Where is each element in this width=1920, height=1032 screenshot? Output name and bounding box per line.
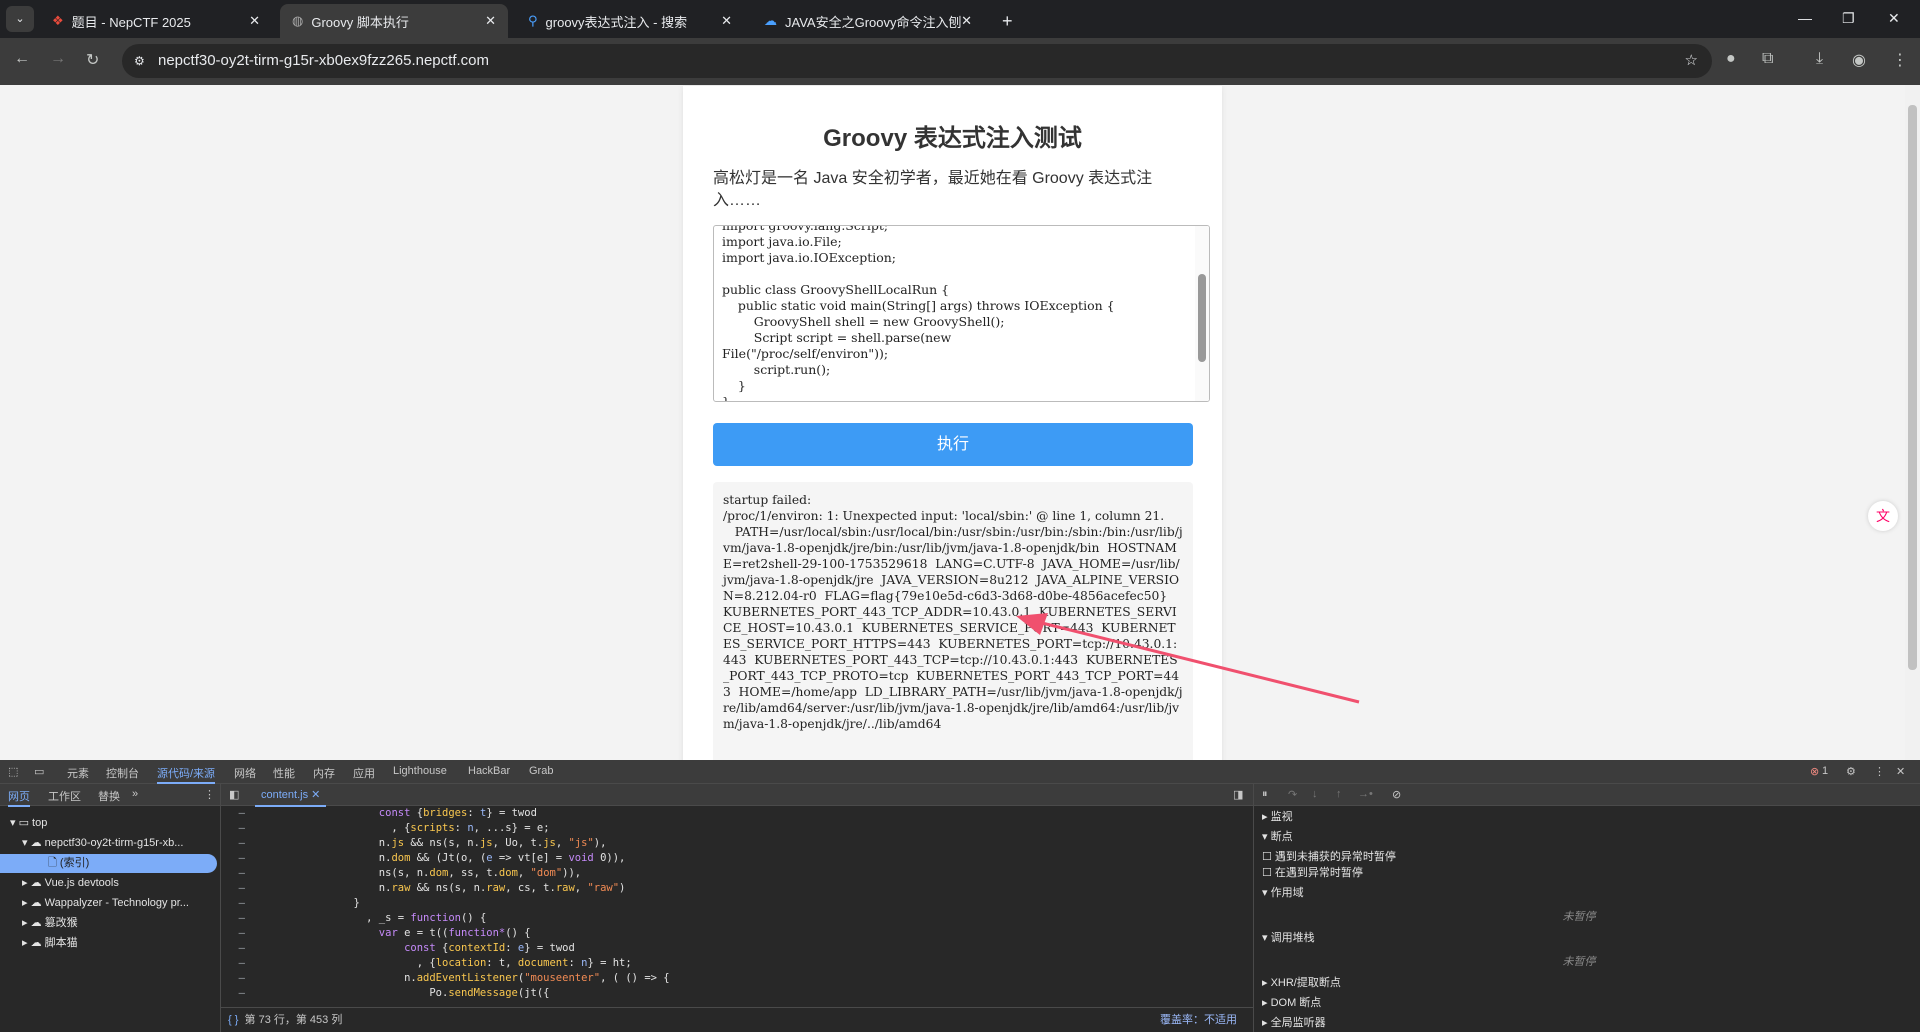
devtools-tab-lighthouse[interactable]: Lighthouse: [393, 765, 447, 777]
close-devtools-icon[interactable]: ✕: [1896, 765, 1905, 778]
scope-not-paused: 未暂停: [1562, 911, 1596, 923]
inspect-icon[interactable]: ⬚: [8, 765, 18, 778]
devtools-tab-network[interactable]: 网络: [234, 765, 256, 781]
tree-item-vue[interactable]: ▸ ☁ Vue.js devtools: [22, 874, 119, 893]
tree-item-domain[interactable]: ▾ ☁ nepctf30-oy2t-tirm-g15r-xb...: [22, 834, 183, 853]
globe-icon: ◍: [292, 13, 304, 28]
new-tab-button[interactable]: +: [990, 4, 1025, 38]
search-icon: ⚲: [528, 13, 538, 28]
menu-icon[interactable]: ⋮: [1892, 50, 1908, 70]
error-count[interactable]: 1: [1822, 765, 1828, 777]
section-breakpoints[interactable]: ▾ 断点: [1262, 828, 1293, 846]
code-editor[interactable]: – const {bridges: t} = twod – , {scripts…: [220, 806, 1253, 1007]
page-scrollbar[interactable]: [1905, 85, 1920, 760]
nav-tab-overrides[interactable]: 替换: [98, 788, 120, 804]
coverage-text: 覆盖率：不适用: [1160, 1014, 1237, 1026]
annotation-arrow: [1016, 613, 1360, 704]
minimize-button[interactable]: —: [1798, 10, 1812, 26]
section-scope[interactable]: ▾ 作用域: [1262, 884, 1304, 902]
devtools-panel: ⬚ ▭ 元素 控制台 源代码/来源 网络 性能 内存 应用 Lighthouse…: [0, 760, 1920, 1032]
download-icon[interactable]: ⤓: [1816, 50, 1823, 68]
tab-title: groovy表达式注入 - 搜索: [545, 14, 688, 30]
devtools-tab-console[interactable]: 控制台: [106, 765, 139, 781]
tab-title: Groovy 脚本执行: [311, 14, 409, 30]
tab-strip: ⌄ ❖ 题目 - NepCTF 2025 ✕ ◍ Groovy 脚本执行 ✕ ⚲ groo…: [0, 0, 1920, 38]
close-tab-icon[interactable]: ✕: [485, 13, 496, 29]
site-info-icon[interactable]: ⚙: [134, 44, 145, 78]
profile-icon[interactable]: ◉: [1852, 50, 1866, 70]
toolbar: ← → ↻ ⚙ nepctf30-oy2t-tirm-g15r-xb0ex9fzz…: [0, 38, 1920, 85]
devtools-tab-sources[interactable]: 源代码/来源: [157, 765, 216, 784]
devtools-tab-application[interactable]: 应用: [353, 765, 375, 781]
pause-icon[interactable]: ⏸: [1262, 788, 1268, 801]
device-toolbar-icon[interactable]: ▭: [34, 765, 44, 778]
tab-title: 题目 - NepCTF 2025: [71, 14, 191, 30]
tree-item-scriptcat[interactable]: ▸ ☁ 脚本猫: [22, 934, 78, 953]
close-tab-icon[interactable]: ✕: [249, 13, 260, 29]
tree-item-tampermonkey[interactable]: ▸ ☁ 篡改猴: [22, 914, 78, 933]
extension-record-icon[interactable]: ●: [1726, 50, 1736, 68]
step-out-icon[interactable]: ↑: [1336, 788, 1342, 800]
translate-icon[interactable]: 文: [1868, 501, 1898, 531]
devtools-tabbar: ⬚ ▭ 元素 控制台 源代码/来源 网络 性能 内存 应用 Lighthouse…: [0, 760, 1920, 784]
tab-search[interactable]: ⚲ groovy表达式注入 - 搜索 ✕: [516, 4, 744, 38]
pretty-print-icon[interactable]: { }: [228, 1014, 238, 1026]
step-over-icon[interactable]: ↷: [1288, 788, 1297, 801]
editor-tabs: ◧ content.js ✕ ◨: [221, 784, 1253, 807]
close-tab-icon[interactable]: ✕: [721, 13, 732, 29]
url-text: nepctf30-oy2t-tirm-g15r-xb0ex9fzz265.nep…: [158, 52, 489, 69]
tab-java[interactable]: ☁ JAVA安全之Groovy命令注入刨 ✕: [752, 4, 984, 38]
tree-item-index[interactable]: 🗋 (索引): [0, 854, 217, 873]
file-tab-content-js[interactable]: content.js ✕: [255, 788, 327, 807]
tab-search-button[interactable]: ⌄: [6, 6, 34, 32]
close-tab-icon[interactable]: ✕: [961, 13, 972, 29]
editor-status-bar: { } 第 73 行，第 453 列 覆盖率：不适用: [220, 1007, 1253, 1032]
forward-icon[interactable]: →: [50, 50, 66, 68]
devtools-tab-memory[interactable]: 内存: [313, 765, 335, 781]
page-content: Groovy 表达式注入测试 高松灯是一名 Java 安全初学者，最近她在看 G…: [0, 85, 1905, 760]
close-window-button[interactable]: ✕: [1888, 10, 1900, 27]
devtools-tab-performance[interactable]: 性能: [273, 765, 295, 781]
callstack-not-paused: 未暂停: [1562, 956, 1596, 968]
step-icon[interactable]: →•: [1358, 788, 1373, 800]
back-icon[interactable]: ←: [14, 50, 30, 68]
settings-icon[interactable]: ⚙: [1846, 765, 1856, 778]
toggle-navigator-icon[interactable]: ◧: [229, 788, 239, 801]
error-icon[interactable]: ⊗: [1810, 765, 1819, 778]
section-dom-breakpoints[interactable]: ▸ DOM 断点: [1262, 994, 1321, 1012]
maximize-button[interactable]: ❐: [1842, 10, 1855, 27]
tab-nepctf[interactable]: ❖ 题目 - NepCTF 2025 ✕: [40, 4, 272, 38]
devtools-tab-hackbar[interactable]: HackBar: [468, 765, 510, 777]
extensions-icon[interactable]: ⧉: [1762, 50, 1773, 68]
navigator-menu-icon[interactable]: ⋮: [204, 788, 215, 801]
bookmark-star-icon[interactable]: ☆: [1685, 44, 1698, 78]
section-call-stack[interactable]: ▾ 调用堆栈: [1262, 929, 1315, 947]
tab-groovy[interactable]: ◍ Groovy 脚本执行 ✕: [280, 4, 508, 38]
tab-title: JAVA安全之Groovy命令注入刨: [785, 14, 962, 30]
more-tabs-icon[interactable]: »: [132, 788, 138, 800]
step-into-icon[interactable]: ↓: [1312, 788, 1318, 800]
address-bar[interactable]: ⚙ nepctf30-oy2t-tirm-g15r-xb0ex9fzz265.ne…: [122, 44, 1712, 78]
section-watch[interactable]: ▸ 监视: [1262, 808, 1293, 826]
toggle-debugger-icon[interactable]: ◨: [1233, 788, 1243, 801]
section-global-listeners[interactable]: ▸ 全局监听器: [1262, 1014, 1326, 1032]
nav-tab-page[interactable]: 网页: [8, 788, 30, 807]
ctf-favicon-icon: ❖: [52, 13, 64, 28]
devtools-tab-grab[interactable]: Grab: [529, 765, 553, 777]
cursor-position: 第 73 行，第 453 列: [244, 1014, 343, 1026]
more-icon[interactable]: ⋮: [1874, 765, 1885, 778]
deactivate-breakpoints-icon[interactable]: ⊘: [1392, 788, 1401, 801]
cloud-icon: ☁: [764, 13, 777, 28]
devtools-tab-elements[interactable]: 元素: [67, 765, 89, 781]
section-xhr-breakpoints[interactable]: ▸ XHR/提取断点: [1262, 974, 1341, 992]
tree-item-top[interactable]: ▾ ▭ top: [10, 814, 47, 833]
nav-tab-workspace[interactable]: 工作区: [48, 788, 81, 804]
tree-item-wappalyzer[interactable]: ▸ ☁ Wappalyzer - Technology pr...: [22, 894, 189, 913]
debugger-toolbar: ⏸ ↷ ↓ ↑ →• ⊘: [1254, 784, 1920, 806]
navigator-tabs: 网页 工作区 替换 » ⋮: [0, 784, 220, 807]
checkbox-pause-caught[interactable]: ☐ 在遇到异常时暂停: [1262, 864, 1363, 882]
reload-icon[interactable]: ↻: [86, 50, 99, 70]
